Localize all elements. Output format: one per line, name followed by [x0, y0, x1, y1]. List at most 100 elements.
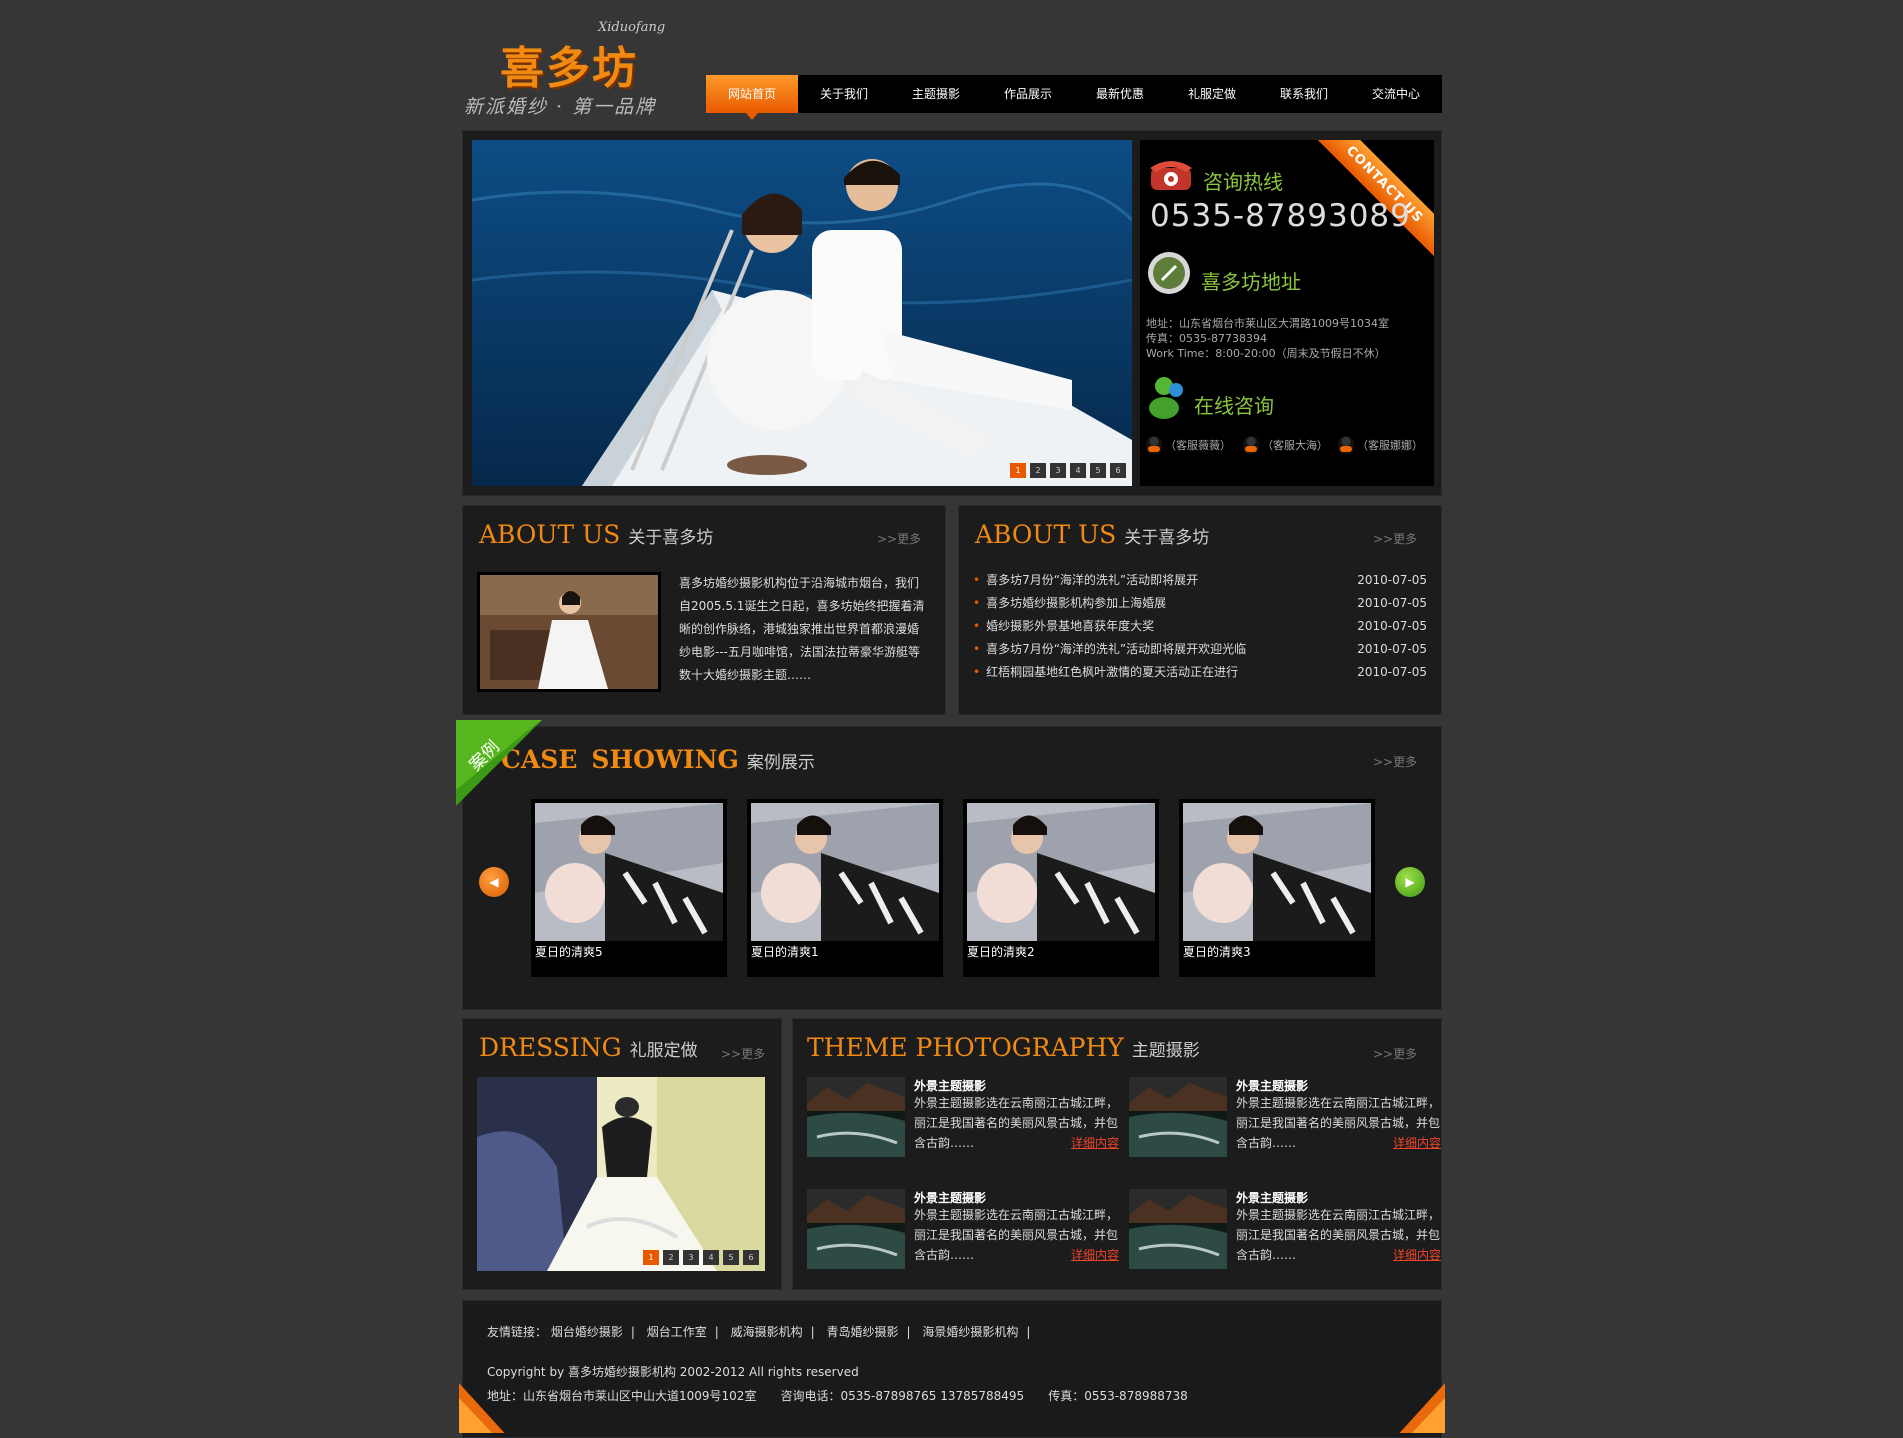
about-title-en: ABOUT US [479, 520, 621, 549]
friend-link[interactable]: 烟台工作室 [647, 1325, 707, 1339]
theme-text: 外景主题摄影选在云南丽江古城江畔，丽江是我国著名的美丽风景古城，并包含古韵…… 详… [1236, 1205, 1441, 1265]
dressing-pager-dot[interactable]: 2 [663, 1250, 679, 1265]
nav-forum[interactable]: 交流中心 [1350, 75, 1442, 113]
address-title: 喜多坊地址 [1201, 270, 1301, 294]
bullet-icon: • [973, 596, 981, 610]
dressing-pager-dot[interactable]: 6 [743, 1250, 759, 1265]
qq-label: （客服大海） [1262, 439, 1328, 452]
qq-icon [1146, 436, 1162, 454]
about-photo[interactable] [477, 572, 661, 692]
case-caption: 夏日的清爽3 [1183, 945, 1251, 959]
hero-pager-dot[interactable]: 4 [1070, 463, 1086, 478]
nav-theme[interactable]: 主题摄影 [890, 75, 982, 113]
news-panel: ABOUT US 关于喜多坊 >>更多 • 喜多坊7月份“海洋的洗礼”活动即将展开… [958, 505, 1442, 715]
footer-copyright: Copyright by 喜多坊婚纱摄影机构 2002-2012 All rig… [487, 1365, 859, 1379]
about-more-link[interactable]: >>更多 [877, 530, 921, 547]
dressing-more-link[interactable]: >>更多 [721, 1045, 765, 1062]
qq-contact-3[interactable]: （客服娜娜） [1338, 436, 1423, 454]
nav-about[interactable]: 关于我们 [798, 75, 890, 113]
theme-photo-image [1129, 1189, 1227, 1269]
friend-link[interactable]: 青岛婚纱摄影 [827, 1325, 899, 1339]
dressing-pager-dot[interactable]: 3 [683, 1250, 699, 1265]
theme-detail-link[interactable]: 详细内容 [1071, 1245, 1119, 1265]
cases-title: CASE SHOWING 案例展示 [501, 745, 815, 774]
theme-detail-link[interactable]: 详细内容 [1393, 1245, 1441, 1265]
dressing-title-cn: 礼服定做 [629, 1041, 698, 1061]
hero-pager-dot[interactable]: 3 [1050, 463, 1066, 478]
case-photo [967, 803, 1155, 941]
hero-pager-dot[interactable]: 1 [1010, 463, 1026, 478]
news-item-title: 婚纱摄影外景基地喜获年度大奖 [986, 619, 1155, 633]
online-title: 在线咨询 [1194, 394, 1274, 418]
hotline-title: 咨询热线 [1203, 170, 1283, 194]
hero-pager-dot[interactable]: 2 [1030, 463, 1046, 478]
case-caption: 夏日的清爽1 [751, 945, 819, 959]
telephone-icon [1150, 161, 1192, 190]
dressing-pager-dot[interactable]: 5 [723, 1250, 739, 1265]
about-panel: ABOUT US 关于喜多坊 >>更多 喜多坊婚纱摄影机构位于沿海城市烟台，我们… [462, 505, 946, 715]
theme-photo[interactable] [1129, 1077, 1227, 1157]
nav-contact[interactable]: 联系我们 [1258, 75, 1350, 113]
qq-contact-1[interactable]: （客服薇薇） [1146, 436, 1231, 454]
qq-icon [1338, 436, 1354, 454]
hero-pager-dot[interactable]: 6 [1110, 463, 1126, 478]
case-photo [751, 803, 939, 941]
theme-heading: 外景主题摄影 [1236, 1191, 1309, 1205]
theme-detail-link[interactable]: 详细内容 [1393, 1133, 1441, 1153]
case-caption: 夏日的清爽2 [967, 945, 1035, 959]
news-item-title: 喜多坊婚纱摄影机构参加上海婚展 [986, 596, 1167, 610]
dressing-pager: 1 2 3 4 5 6 [643, 1250, 759, 1265]
case-photo-image [967, 803, 1155, 941]
news-item-title: 喜多坊7月份“海洋的洗礼”活动即将展开 [986, 573, 1199, 587]
friend-links-label: 友情链接： [487, 1325, 548, 1339]
theme-item: 外景主题摄影 外景主题摄影选在云南丽江古城江畔，丽江是我国著名的美丽风景古城，并… [1129, 1189, 1441, 1279]
news-item[interactable]: • 喜多坊7月份“海洋的洗礼”活动即将展开 2010-07-05 [973, 569, 1427, 592]
cases-more-link[interactable]: >>更多 [1373, 753, 1417, 770]
dressing-banner[interactable]: 1 2 3 4 5 6 [477, 1077, 765, 1271]
nav-dress[interactable]: 礼服定做 [1166, 75, 1258, 113]
theme-item: 外景主题摄影 外景主题摄影选在云南丽江古城江畔，丽江是我国著名的美丽风景古城，并… [807, 1077, 1119, 1167]
theme-title: THEME PHOTOGRAPHY 主题摄影 [807, 1033, 1200, 1062]
prev-arrow-button[interactable]: ◀ [479, 867, 509, 897]
qq-contact-2[interactable]: （客服大海） [1243, 436, 1328, 454]
news-item-date: 2010-07-05 [1357, 642, 1427, 656]
about-title: ABOUT US 关于喜多坊 [479, 520, 713, 549]
nav-offers[interactable]: 最新优惠 [1074, 75, 1166, 113]
news-item[interactable]: • 喜多坊婚纱摄影机构参加上海婚展 2010-07-05 [973, 592, 1427, 615]
theme-detail-link[interactable]: 详细内容 [1071, 1133, 1119, 1153]
theme-photo[interactable] [807, 1077, 905, 1157]
case-card[interactable]: 夏日的清爽2 [963, 799, 1159, 977]
bullet-icon: • [973, 665, 981, 679]
next-arrow-button[interactable]: ▶ [1395, 867, 1425, 897]
news-item[interactable]: • 喜多坊7月份“海洋的洗礼”活动即将展开欢迎光临 2010-07-05 [973, 638, 1427, 661]
news-more-link[interactable]: >>更多 [1373, 530, 1417, 547]
link-separator: | [714, 1325, 719, 1339]
friend-link[interactable]: 威海摄影机构 [731, 1325, 803, 1339]
hero-banner-image[interactable]: 1 2 3 4 5 6 [472, 140, 1132, 486]
dressing-pager-dot[interactable]: 4 [703, 1250, 719, 1265]
theme-photo[interactable] [807, 1189, 905, 1269]
dressing-pager-dot[interactable]: 1 [643, 1250, 659, 1265]
friend-link[interactable]: 海景婚纱摄影机构 [922, 1325, 1018, 1339]
friend-link[interactable]: 烟台婚纱摄影 [551, 1325, 623, 1339]
footer-corner-right [1399, 1383, 1445, 1433]
nav-home[interactable]: 网站首页 [706, 75, 798, 120]
case-photo [535, 803, 723, 941]
case-card[interactable]: 夏日的清爽3 [1179, 799, 1375, 977]
case-card[interactable]: 夏日的清爽5 [531, 799, 727, 977]
bullet-icon: • [973, 573, 981, 587]
logo[interactable]: Xiduofang 喜多坊 新派婚纱 · 第一品牌 [462, 18, 672, 118]
link-separator: | [906, 1325, 911, 1339]
case-card[interactable]: 夏日的清爽1 [747, 799, 943, 977]
news-item[interactable]: • 红梧桐园基地红色枫叶激情的夏天活动正在进行 2010-07-05 [973, 661, 1427, 684]
theme-more-link[interactable]: >>更多 [1373, 1045, 1417, 1062]
news-item[interactable]: • 婚纱摄影外景基地喜获年度大奖 2010-07-05 [973, 615, 1427, 638]
theme-title-en: THEME PHOTOGRAPHY [807, 1033, 1124, 1062]
nav-works[interactable]: 作品展示 [982, 75, 1074, 113]
news-item-title: 喜多坊7月份“海洋的洗礼”活动即将展开欢迎光临 [986, 642, 1247, 656]
theme-title-cn: 主题摄影 [1131, 1041, 1200, 1061]
hero-pager-dot[interactable]: 5 [1090, 463, 1106, 478]
logo-title: 喜多坊 [500, 43, 638, 94]
theme-photo[interactable] [1129, 1189, 1227, 1269]
theme-photo-image [1129, 1077, 1227, 1157]
